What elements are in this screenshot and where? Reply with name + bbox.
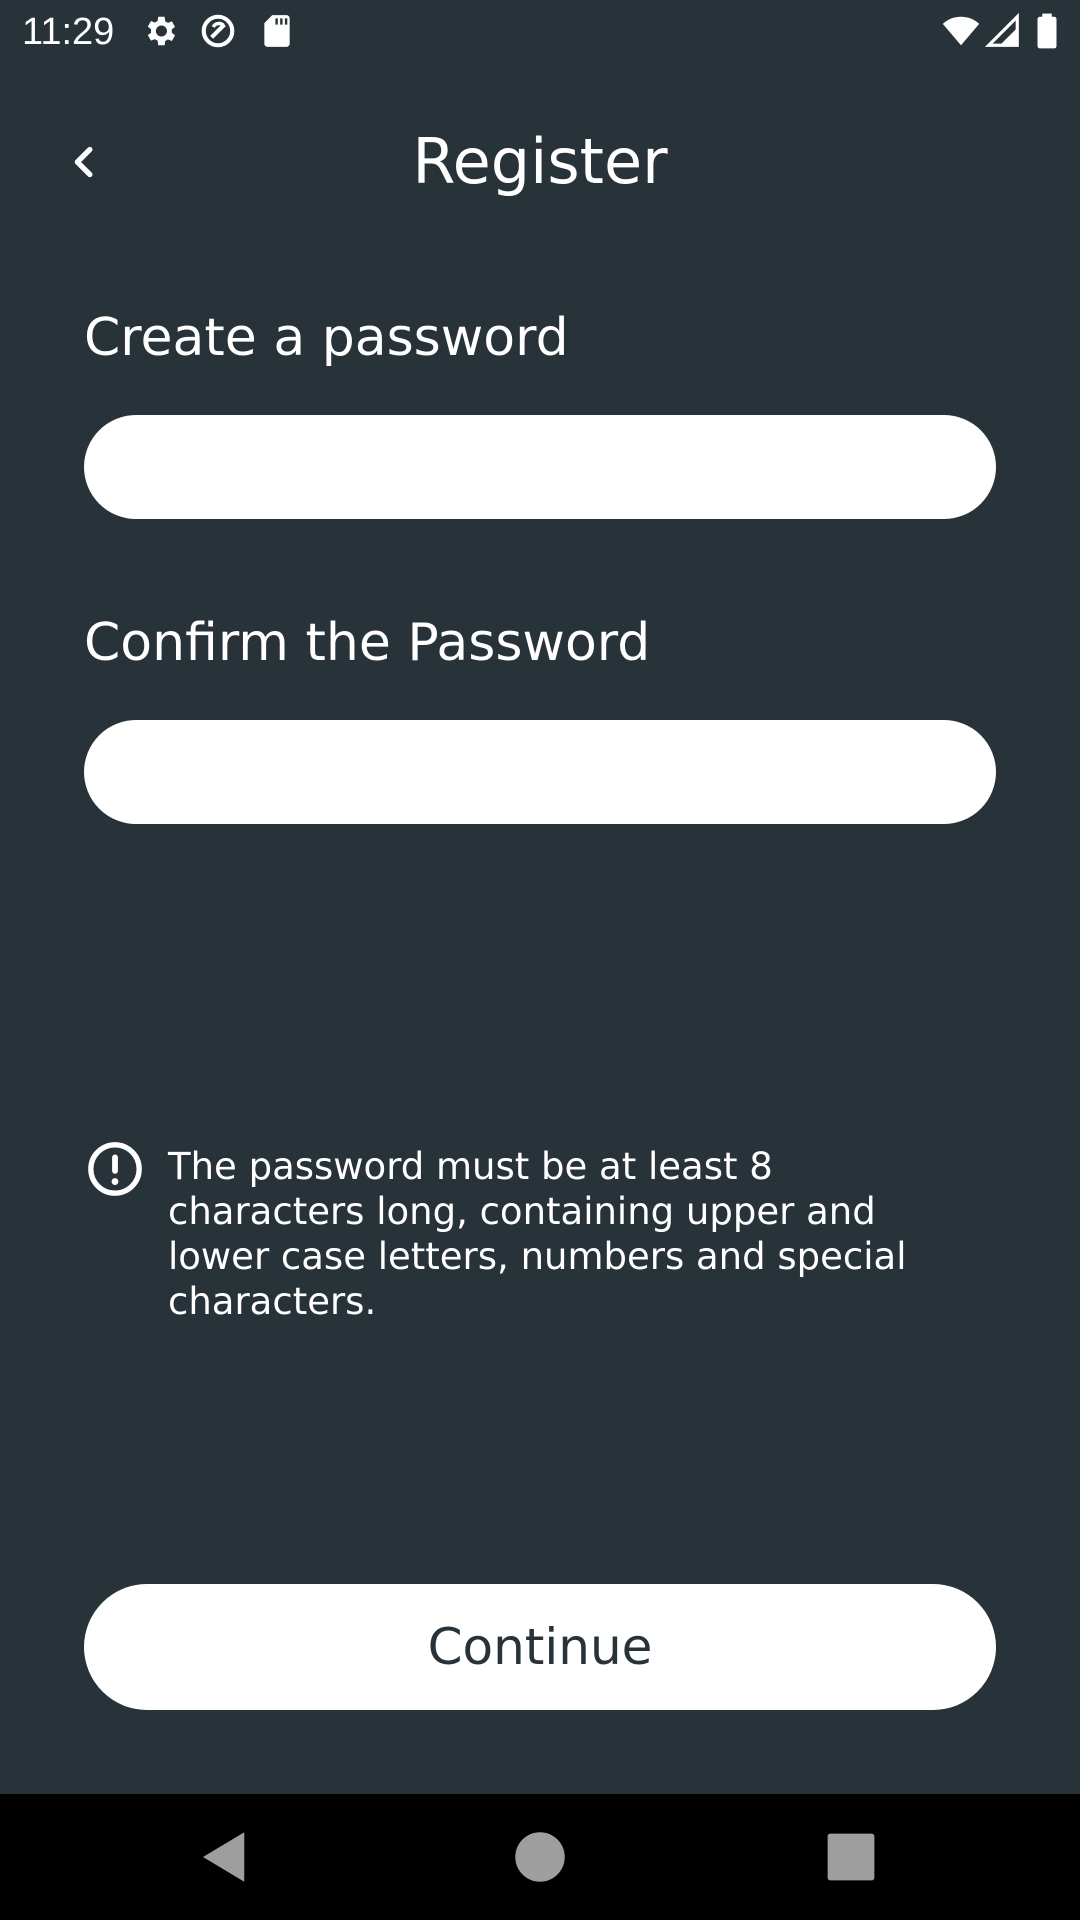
sync-off-icon [199,12,237,50]
password-requirements-note: The password must be at least 8 characte… [168,1145,907,1323]
nav-recents-button[interactable] [818,1824,884,1890]
register-screen: 11:29 Register Create a password Confirm… [0,0,1080,1920]
page-title: Register [412,125,668,198]
battery-icon [1030,12,1064,50]
continue-button[interactable]: Continue [84,1584,996,1710]
alert-circle-icon [86,1140,144,1198]
home-circle-icon [515,1832,565,1882]
recents-square-icon [827,1833,875,1881]
wifi-icon [942,12,980,50]
gear-icon [141,12,179,50]
cell-signal-icon [984,12,1022,50]
nav-back-button[interactable] [192,1824,258,1890]
nav-home-button[interactable] [507,1824,573,1890]
confirm-password-input[interactable] [84,720,996,824]
password-input[interactable] [84,415,996,519]
confirm-password-label: Confirm the Password [84,613,651,673]
sd-card-icon [258,12,296,50]
navigation-bar [0,1794,1080,1920]
status-time: 11:29 [22,11,115,53]
status-bar: 11:29 [0,0,1080,64]
back-triangle-icon [203,1832,245,1882]
password-label: Create a password [84,308,569,368]
